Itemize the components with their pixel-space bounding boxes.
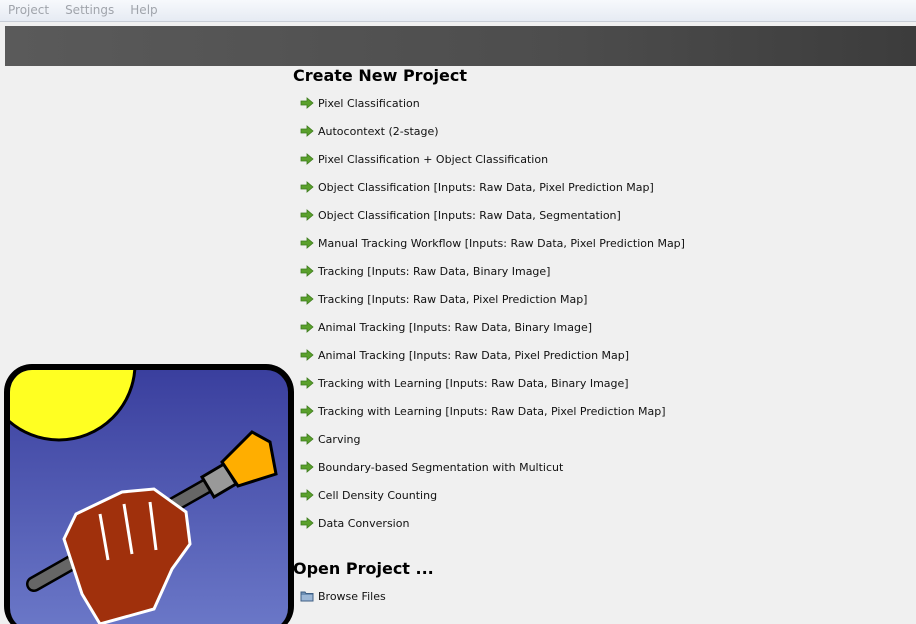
green-arrow-icon (300, 349, 314, 361)
workflow-item[interactable]: Pixel Classification + Object Classifica… (300, 145, 685, 173)
workflow-label: Cell Density Counting (318, 488, 438, 502)
folder-icon (300, 590, 314, 602)
green-arrow-icon (300, 97, 314, 109)
workflow-item[interactable]: Animal Tracking [Inputs: Raw Data, Pixel… (300, 341, 685, 369)
menu-bar: Project Settings Help (0, 0, 916, 22)
workflow-label: Pixel Classification + Object Classifica… (318, 152, 549, 166)
header-banner (5, 26, 916, 66)
create-project-title: Create New Project (293, 66, 468, 85)
green-arrow-icon (300, 405, 314, 417)
workflow-label: Animal Tracking [Inputs: Raw Data, Pixel… (318, 348, 630, 362)
ilastik-logo (4, 364, 294, 624)
workflow-label: Object Classification [Inputs: Raw Data,… (318, 180, 654, 194)
workflow-list: Pixel Classification Autocontext (2-stage… (300, 89, 685, 537)
workflow-item[interactable]: Cell Density Counting (300, 481, 685, 509)
workflow-label: Tracking with Learning [Inputs: Raw Data… (318, 376, 629, 390)
workflow-label: Carving (318, 432, 361, 446)
workflow-item[interactable]: Boundary-based Segmentation with Multicu… (300, 453, 685, 481)
workflow-label: Pixel Classification (318, 96, 420, 110)
workflow-item[interactable]: Tracking with Learning [Inputs: Raw Data… (300, 369, 685, 397)
workflow-item[interactable]: Tracking [Inputs: Raw Data, Binary Image… (300, 257, 685, 285)
green-arrow-icon (300, 125, 314, 137)
workflow-item[interactable]: Object Classification [Inputs: Raw Data,… (300, 173, 685, 201)
browse-files-button[interactable]: Browse Files (300, 588, 386, 604)
green-arrow-icon (300, 293, 314, 305)
green-arrow-icon (300, 377, 314, 389)
workflow-label: Tracking [Inputs: Raw Data, Binary Image… (318, 264, 551, 278)
green-arrow-icon (300, 265, 314, 277)
workflow-item[interactable]: Tracking [Inputs: Raw Data, Pixel Predic… (300, 285, 685, 313)
workflow-item[interactable]: Carving (300, 425, 685, 453)
workflow-label: Tracking [Inputs: Raw Data, Pixel Predic… (318, 292, 588, 306)
workflow-label: Animal Tracking [Inputs: Raw Data, Binar… (318, 320, 593, 334)
open-project-title: Open Project ... (293, 559, 434, 578)
workflow-label: Tracking with Learning [Inputs: Raw Data… (318, 404, 666, 418)
green-arrow-icon (300, 489, 314, 501)
workflow-label: Boundary-based Segmentation with Multicu… (318, 460, 564, 474)
green-arrow-icon (300, 461, 314, 473)
workflow-item[interactable]: Object Classification [Inputs: Raw Data,… (300, 201, 685, 229)
green-arrow-icon (300, 517, 314, 529)
browse-files-label: Browse Files (318, 589, 386, 603)
green-arrow-icon (300, 433, 314, 445)
workflow-label: Object Classification [Inputs: Raw Data,… (318, 208, 621, 222)
workflow-item[interactable]: Tracking with Learning [Inputs: Raw Data… (300, 397, 685, 425)
menu-project[interactable]: Project (0, 0, 57, 21)
workflow-item[interactable]: Data Conversion (300, 509, 685, 537)
workflow-item[interactable]: Manual Tracking Workflow [Inputs: Raw Da… (300, 229, 685, 257)
workflow-item[interactable]: Pixel Classification (300, 89, 685, 117)
green-arrow-icon (300, 153, 314, 165)
green-arrow-icon (300, 321, 314, 333)
menu-help[interactable]: Help (122, 0, 165, 21)
green-arrow-icon (300, 181, 314, 193)
workflow-label: Manual Tracking Workflow [Inputs: Raw Da… (318, 236, 685, 250)
green-arrow-icon (300, 209, 314, 221)
menu-settings[interactable]: Settings (57, 0, 122, 21)
workflow-item[interactable]: Autocontext (2-stage) (300, 117, 685, 145)
workflow-item[interactable]: Animal Tracking [Inputs: Raw Data, Binar… (300, 313, 685, 341)
workflow-label: Autocontext (2-stage) (318, 124, 439, 138)
workflow-label: Data Conversion (318, 516, 410, 530)
green-arrow-icon (300, 237, 314, 249)
